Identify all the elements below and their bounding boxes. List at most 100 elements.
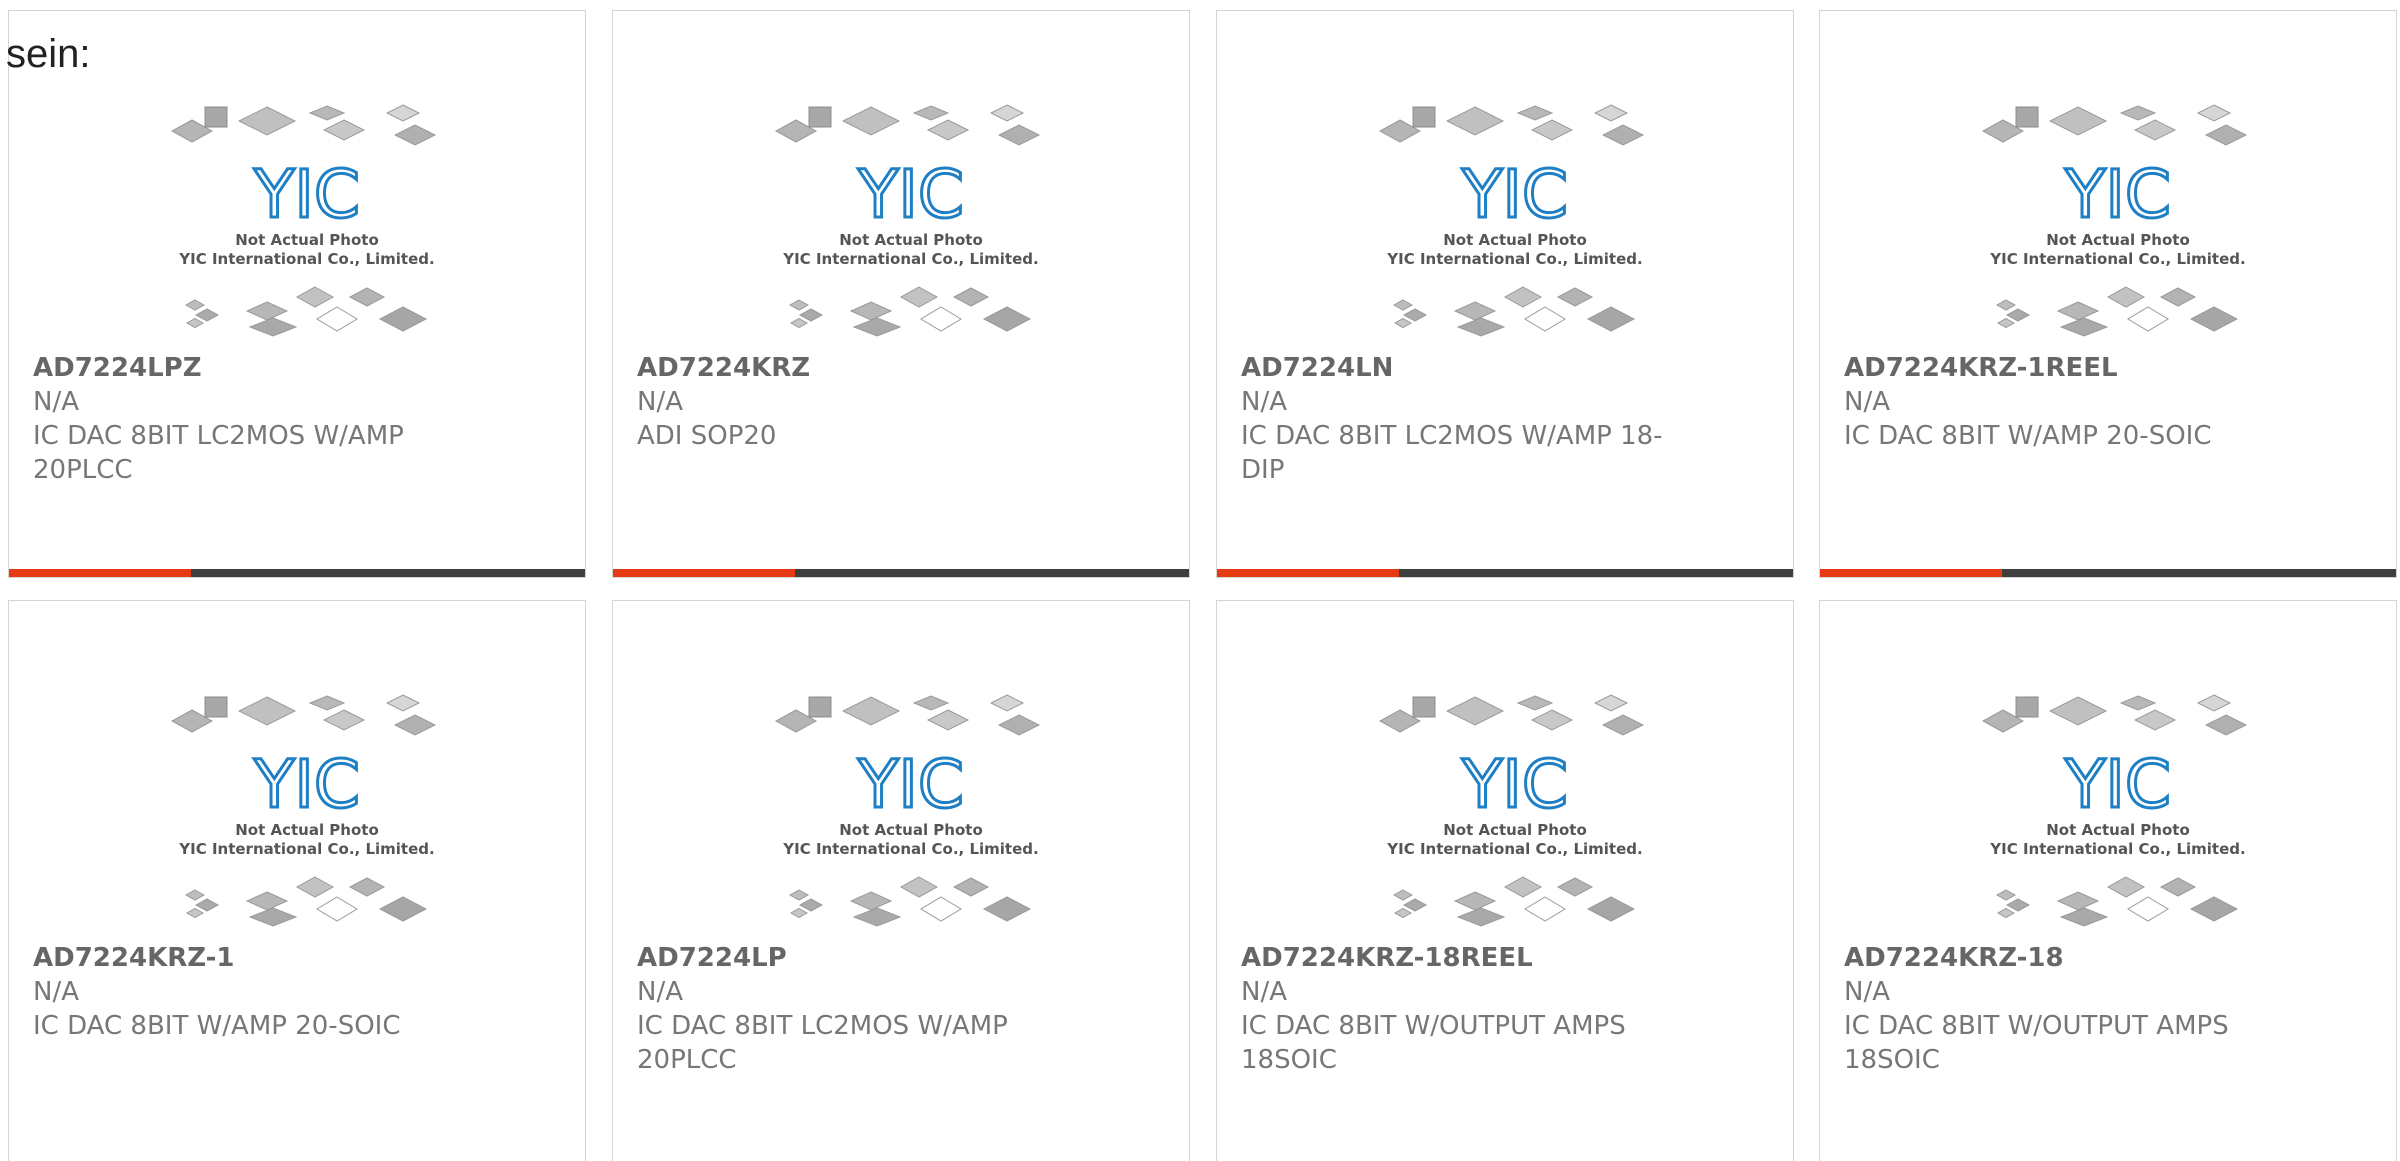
manufacturer: N/A: [33, 387, 79, 417]
yic-logo: YIC: [253, 746, 360, 823]
product-image[interactable]: YIC Not Actual Photo YIC International Co.…: [1978, 97, 2258, 349]
part-number-link[interactable]: AD7224KRZ-18REEL: [1241, 941, 1681, 975]
chip-icons-bottom: [1392, 876, 1636, 927]
product-info: AD7224LPZ N/A IC DAC 8BIT LC2MOS W/AMP 2…: [33, 351, 473, 487]
placeholder-photo-graphic: YICNot Actual PhotoYIC International Co.…: [1378, 104, 1645, 337]
product-info: AD7224LN N/A IC DAC 8BIT LC2MOS W/AMP 18…: [1241, 351, 1681, 487]
manufacturer: N/A: [1241, 977, 1287, 1007]
product-card[interactable]: YIC Not Actual Photo YIC International Co.…: [8, 600, 586, 1161]
placeholder-caption-line1: Not Actual Photo: [235, 231, 379, 249]
manufacturer: N/A: [637, 977, 683, 1007]
part-number-link[interactable]: AD7224LN: [1241, 351, 1681, 385]
product-description: ADI SOP20: [637, 421, 777, 451]
manufacturer: N/A: [637, 387, 683, 417]
part-number-link[interactable]: AD7224LPZ: [33, 351, 473, 385]
product-image[interactable]: YIC Not Actual Photo YIC International Co.…: [1375, 97, 1655, 349]
yic-logo: YIC: [857, 746, 964, 823]
product-info: AD7224KRZ N/A ADI SOP20: [637, 351, 1077, 453]
chip-icons-top: [1981, 694, 2248, 736]
placeholder-caption-line1: Not Actual Photo: [1443, 231, 1587, 249]
manufacturer: N/A: [1844, 387, 1890, 417]
card-bottom-bar: [1820, 569, 2396, 577]
product-image[interactable]: YIC Not Actual Photo YIC International Co.…: [771, 687, 1051, 939]
product-info: AD7224KRZ-1 N/A IC DAC 8BIT W/AMP 20-SOI…: [33, 941, 473, 1043]
product-image[interactable]: YIC Not Actual Photo YIC International Co.…: [1978, 687, 2258, 939]
placeholder-caption-line2: YIC International Co., Limited.: [178, 250, 434, 268]
product-card[interactable]: YIC Not Actual Photo YIC International Co.…: [1819, 10, 2397, 578]
placeholder-caption-line2: YIC International Co., Limited.: [178, 840, 434, 858]
placeholder-photo-graphic: YICNot Actual PhotoYIC International Co.…: [1981, 104, 2248, 337]
card-bottom-bar: [1217, 569, 1793, 577]
placeholder-caption-line2: YIC International Co., Limited.: [1989, 250, 2245, 268]
product-description: IC DAC 8BIT W/OUTPUT AMPS 18SOIC: [1241, 1011, 1626, 1075]
product-image[interactable]: YIC Not Actual Photo YIC International Co.…: [167, 687, 447, 939]
placeholder-caption-line2: YIC International Co., Limited.: [782, 840, 1038, 858]
placeholder-photo-graphic: YICNot Actual PhotoYIC International Co.…: [774, 104, 1041, 337]
product-card[interactable]: YIC Not Actual Photo YIC International Co.…: [612, 600, 1190, 1161]
placeholder-caption-line1: Not Actual Photo: [2046, 231, 2190, 249]
yic-logo: YIC: [2064, 746, 2171, 823]
product-description: IC DAC 8BIT LC2MOS W/AMP 20PLCC: [33, 421, 404, 485]
manufacturer: N/A: [1241, 387, 1287, 417]
product-info: AD7224KRZ-18 N/A IC DAC 8BIT W/OUTPUT AM…: [1844, 941, 2284, 1077]
product-image[interactable]: YIC Not Actual Photo YIC International Co.…: [1375, 687, 1655, 939]
product-info: AD7224KRZ-1REEL N/A IC DAC 8BIT W/AMP 20…: [1844, 351, 2284, 453]
placeholder-caption-line1: Not Actual Photo: [839, 821, 983, 839]
part-number-link[interactable]: AD7224LP: [637, 941, 1077, 975]
product-info: AD7224KRZ-18REEL N/A IC DAC 8BIT W/OUTPU…: [1241, 941, 1681, 1077]
card-bar-accent: [1217, 569, 1399, 577]
chip-icons-bottom: [184, 876, 428, 927]
product-info: AD7224LP N/A IC DAC 8BIT LC2MOS W/AMP 20…: [637, 941, 1077, 1077]
product-description: IC DAC 8BIT LC2MOS W/AMP 20PLCC: [637, 1011, 1008, 1075]
part-number-link[interactable]: AD7224KRZ-1REEL: [1844, 351, 2284, 385]
chip-icons-top: [1378, 694, 1645, 736]
card-bar-accent: [9, 569, 191, 577]
placeholder-photo-graphic: YICNot Actual PhotoYIC International Co.…: [1981, 694, 2248, 927]
card-bottom-bar: [613, 569, 1189, 577]
chip-icons-top: [774, 694, 1041, 736]
product-image[interactable]: YIC Not Actual Photo YIC International Co.…: [167, 97, 447, 349]
chip-icons-bottom: [1995, 286, 2239, 337]
chip-icons-top: [170, 104, 437, 146]
chip-icons-top: [1981, 104, 2248, 146]
yic-logo: YIC: [857, 156, 964, 233]
product-card[interactable]: YIC Not Actual Photo YIC International Co.…: [1216, 10, 1794, 578]
product-image[interactable]: YIC Not Actual Photo YIC International Co.…: [771, 97, 1051, 349]
product-description: IC DAC 8BIT W/AMP 20-SOIC: [33, 1011, 401, 1041]
part-number-link[interactable]: AD7224KRZ-1: [33, 941, 473, 975]
card-bar-accent: [1820, 569, 2002, 577]
chip-icons-bottom: [788, 286, 1032, 337]
manufacturer: N/A: [1844, 977, 1890, 1007]
card-bottom-bar: [9, 569, 585, 577]
placeholder-caption-line2: YIC International Co., Limited.: [1989, 840, 2245, 858]
card-bar-accent: [613, 569, 795, 577]
product-description: IC DAC 8BIT W/AMP 20-SOIC: [1844, 421, 2212, 451]
placeholder-caption-line1: Not Actual Photo: [235, 821, 379, 839]
product-card[interactable]: YIC Not Actual Photo YIC International Co.…: [1216, 600, 1794, 1161]
placeholder-photo-graphic: YICNot Actual PhotoYIC International Co.…: [170, 104, 437, 337]
chip-icons-bottom: [1392, 286, 1636, 337]
product-grid-page: sein: YIC Not Actual Photo YIC Internation…: [0, 0, 2400, 1161]
part-number-link[interactable]: AD7224KRZ-18: [1844, 941, 2284, 975]
intro-text: sein:: [6, 32, 91, 76]
chip-icons-top: [1378, 104, 1645, 146]
chip-icons-bottom: [1995, 876, 2239, 927]
placeholder-caption-line2: YIC International Co., Limited.: [782, 250, 1038, 268]
chip-icons-bottom: [788, 876, 1032, 927]
placeholder-caption-line1: Not Actual Photo: [839, 231, 983, 249]
placeholder-caption-line2: YIC International Co., Limited.: [1386, 250, 1642, 268]
placeholder-caption-line1: Not Actual Photo: [2046, 821, 2190, 839]
product-card[interactable]: YIC Not Actual Photo YIC International Co.…: [1819, 600, 2397, 1161]
yic-logo: YIC: [1461, 156, 1568, 233]
chip-icons-top: [774, 104, 1041, 146]
chip-icons-bottom: [184, 286, 428, 337]
placeholder-photo-graphic: YICNot Actual PhotoYIC International Co.…: [774, 694, 1041, 927]
manufacturer: N/A: [33, 977, 79, 1007]
product-card[interactable]: YIC Not Actual Photo YIC International Co.…: [8, 10, 586, 578]
placeholder-caption-line2: YIC International Co., Limited.: [1386, 840, 1642, 858]
yic-logo: YIC: [1461, 746, 1568, 823]
product-card[interactable]: YIC Not Actual Photo YIC International Co.…: [612, 10, 1190, 578]
part-number-link[interactable]: AD7224KRZ: [637, 351, 1077, 385]
placeholder-caption-line1: Not Actual Photo: [1443, 821, 1587, 839]
product-description: IC DAC 8BIT LC2MOS W/AMP 18-DIP: [1241, 421, 1663, 485]
